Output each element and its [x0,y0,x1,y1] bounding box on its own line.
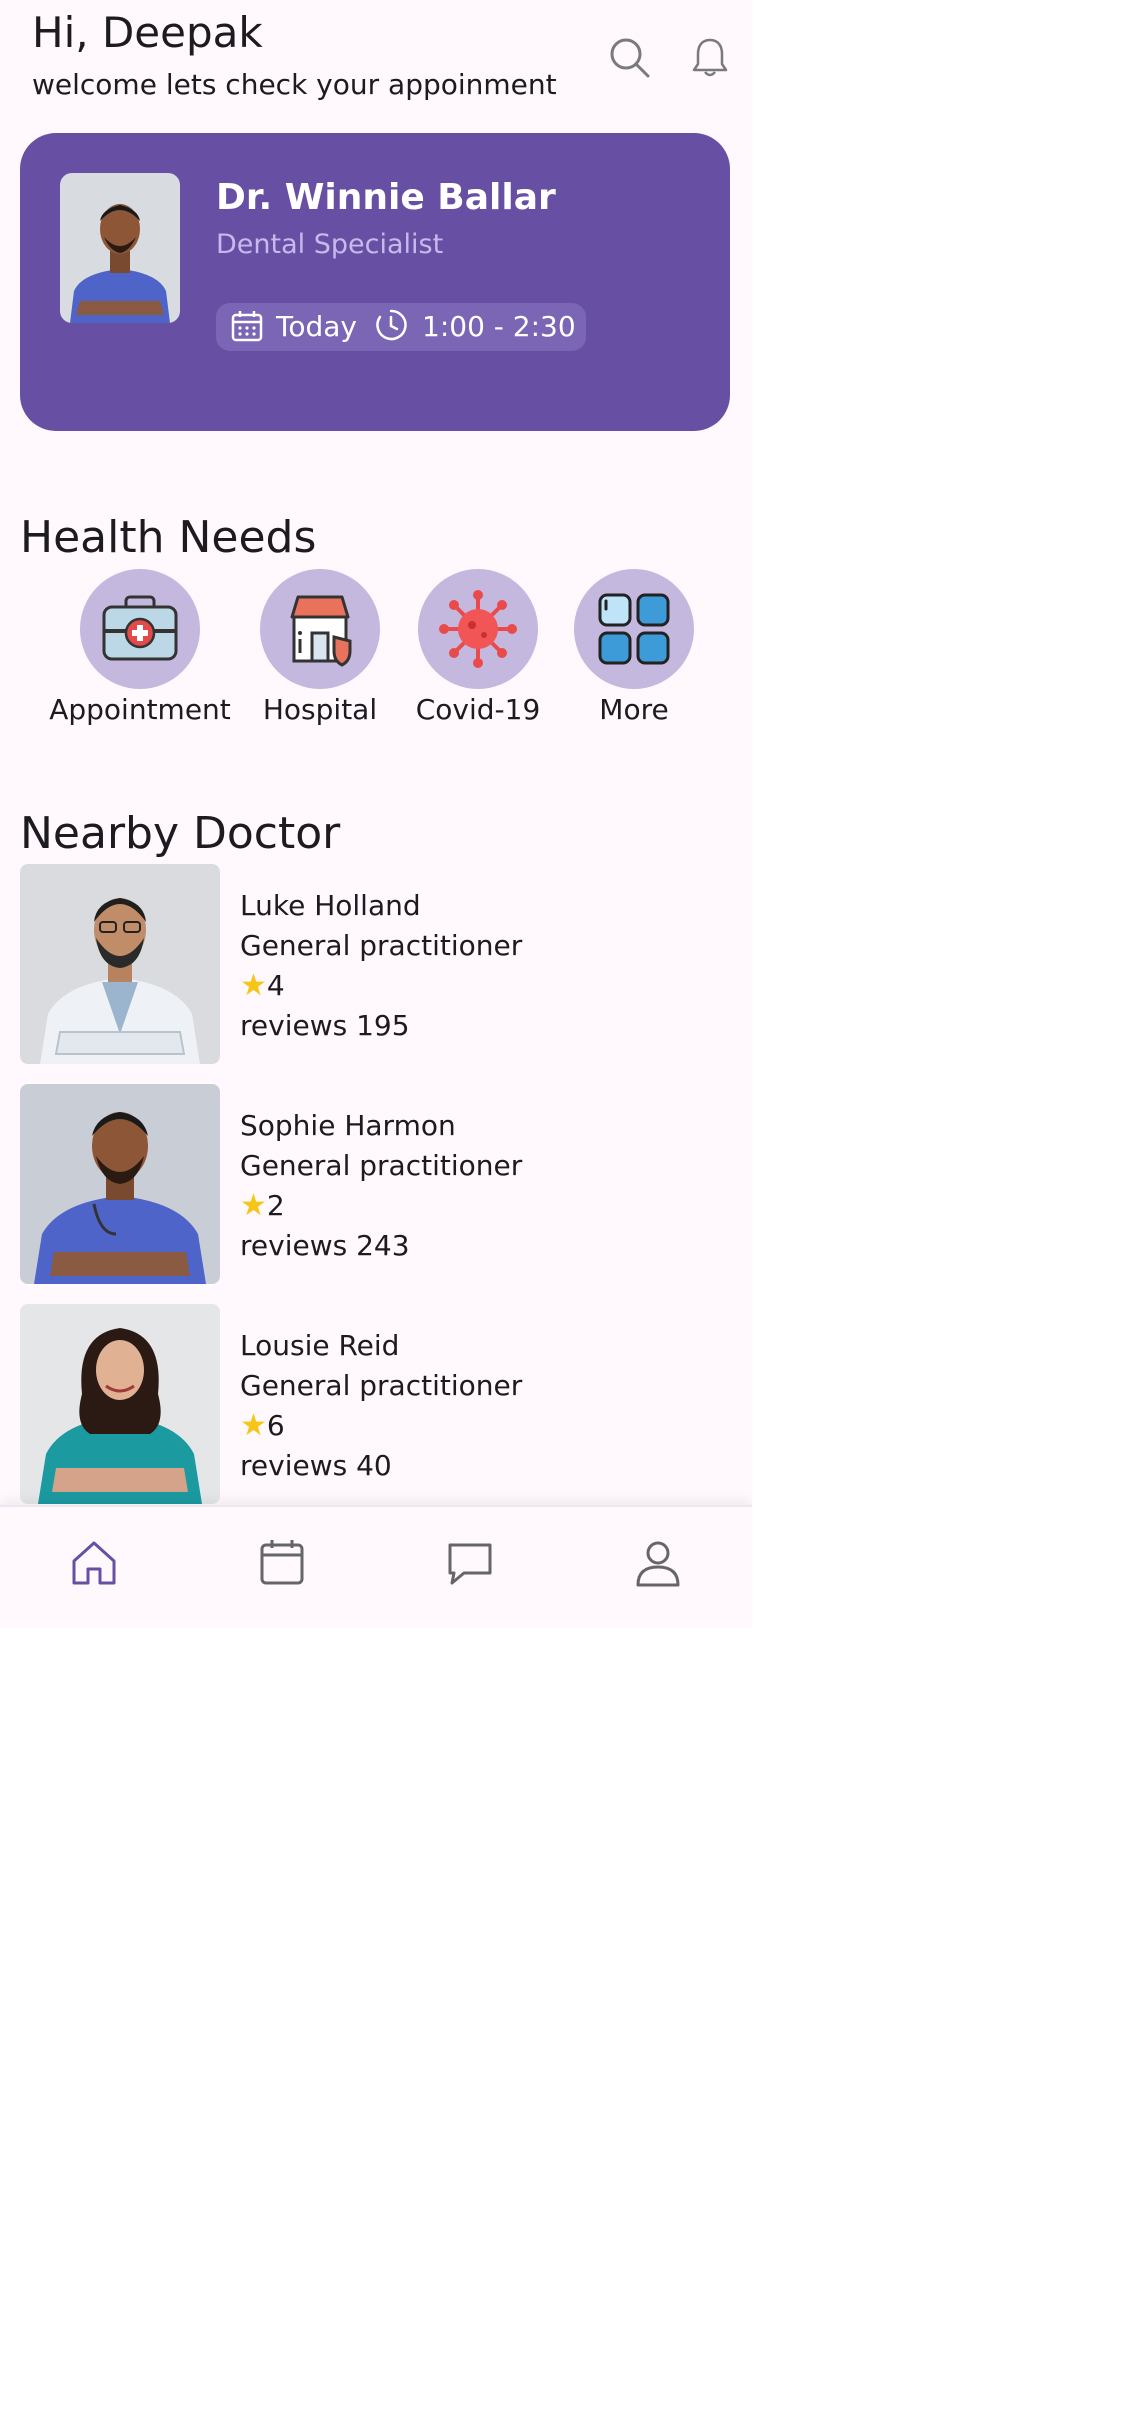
doctor-reviews: reviews 195 [240,1009,410,1042]
doctor-rating: 6 [266,1409,285,1442]
search-icon[interactable] [606,34,654,82]
doctor-reviews: reviews 40 [240,1449,392,1482]
doctor-role: General practitioner [240,1149,523,1182]
doctor-photo [20,864,220,1064]
calendar-icon [230,309,264,343]
doctor-name: Luke Holland [240,889,421,922]
doctor-rating: 2 [266,1189,285,1222]
appointment-card[interactable]: Dr. Winnie Ballar Dental Specialist Toda… [20,133,730,431]
grid-icon [598,593,670,665]
appointment-specialty: Dental Specialist [216,229,444,260]
greeting-subtitle: welcome lets check your appoinment [32,68,557,101]
star-icon: ★ [240,1188,267,1223]
nearby-doctor-title: Nearby Doctor [20,808,341,859]
need-more[interactable]: More [534,569,734,726]
medical-kit-icon [102,595,178,661]
doctor-avatar [60,173,180,323]
greeting-title: Hi, Deepak [32,8,263,57]
doctor-reviews: reviews 243 [240,1229,410,1262]
doctor-list-item[interactable]: Lousie Reid General practitioner ★ 6 revi… [20,1304,720,1504]
need-label: Appointment [49,693,231,726]
doctor-role: General practitioner [240,929,523,962]
doctor-photo [20,1304,220,1504]
appointment-date: Today [276,310,357,343]
appointment-schedule: Today 1:00 - 2:30 [216,303,586,351]
need-label: More [599,693,669,726]
appointment-doctor-name: Dr. Winnie Ballar [216,177,556,218]
doctor-name: Lousie Reid [240,1329,400,1362]
doctor-list-item[interactable]: Sophie Harmon General practitioner ★ 2 re… [20,1084,720,1284]
home-icon[interactable] [66,1535,122,1591]
hospital-icon [290,595,352,667]
doctor-photo [20,1084,220,1284]
appointment-time: 1:00 - 2:30 [422,310,576,343]
doctor-role: General practitioner [240,1369,523,1402]
chat-icon[interactable] [442,1535,498,1591]
profile-icon[interactable] [630,1535,686,1591]
app-screen: Hi, Deepak welcome lets check your appoi… [0,0,752,1628]
need-appointment[interactable]: Appointment [40,569,240,726]
bottom-navigation [0,1505,752,1628]
doctor-name: Sophie Harmon [240,1109,456,1142]
doctor-list-item[interactable]: Luke Holland General practitioner ★ 4 rev… [20,864,720,1064]
doctor-rating: 4 [266,969,285,1002]
star-icon: ★ [240,1408,267,1443]
health-needs-title: Health Needs [20,512,317,563]
virus-icon [439,590,517,668]
calendar-icon[interactable] [254,1535,310,1591]
clock-icon [374,308,408,342]
star-icon: ★ [240,968,267,1003]
bell-icon[interactable] [686,34,734,82]
